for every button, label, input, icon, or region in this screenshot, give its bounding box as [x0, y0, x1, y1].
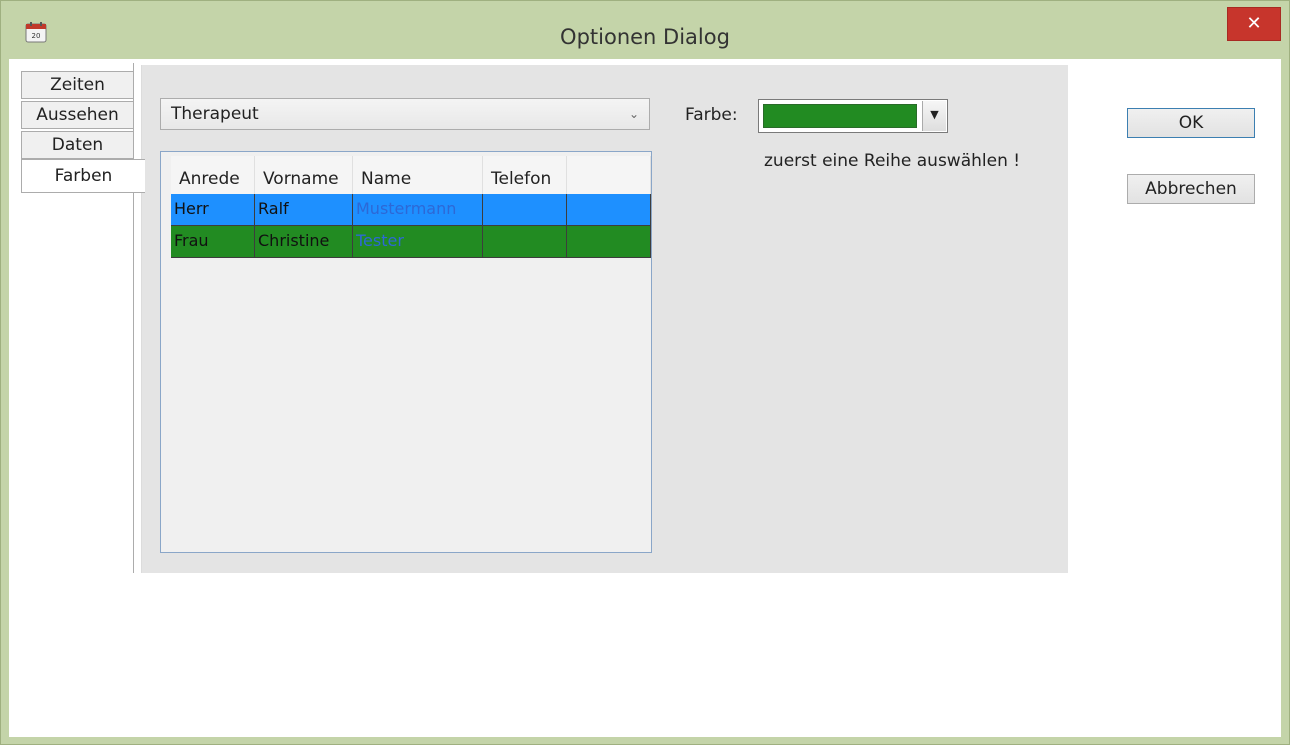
cell-blank[interactable] [567, 194, 651, 226]
color-label: Farbe: [685, 105, 738, 125]
people-data-grid[interactable]: Anrede Vorname Name Telefon Herr Ralf Mu… [160, 151, 652, 553]
selected-color-swatch [763, 104, 917, 128]
color-dropdown-button[interactable]: ▼ [922, 101, 946, 131]
tab-zeiten[interactable]: Zeiten [21, 71, 134, 99]
close-button[interactable]: ✕ [1227, 7, 1281, 41]
column-header-name[interactable]: Name [353, 156, 483, 194]
close-icon: ✕ [1246, 13, 1262, 34]
title-bar[interactable]: 20 Optionen Dialog ✕ [1, 1, 1289, 59]
cell-vorname[interactable]: Christine [255, 226, 353, 258]
column-header-anrede[interactable]: Anrede [171, 156, 255, 194]
color-picker[interactable]: ▼ [758, 99, 948, 133]
color-hint-text: zuerst eine Reihe auswählen ! [764, 151, 1021, 171]
column-header-vorname[interactable]: Vorname [255, 156, 353, 194]
cell-anrede[interactable]: Herr [171, 194, 255, 226]
dropdown-arrow-icon: ▼ [930, 108, 939, 121]
farben-tab-panel: Therapeut ⌄ Anrede Vorname Name Telefon … [141, 65, 1068, 573]
tab-panel-border [133, 63, 134, 573]
grid-header: Anrede Vorname Name Telefon [171, 156, 651, 194]
tab-aussehen[interactable]: Aussehen [21, 101, 134, 129]
chevron-down-icon: ⌄ [628, 107, 639, 121]
cell-telefon[interactable] [483, 194, 567, 226]
cell-anrede[interactable]: Frau [171, 226, 255, 258]
ok-button[interactable]: OK [1127, 108, 1255, 138]
cell-name[interactable]: Mustermann [353, 194, 483, 226]
dialog-client-area: Zeiten Aussehen Daten Farben Therapeut ⌄… [9, 59, 1281, 737]
tab-daten[interactable]: Daten [21, 131, 134, 159]
table-row[interactable]: Frau Christine Tester [171, 226, 651, 258]
cell-vorname[interactable]: Ralf [255, 194, 353, 226]
tab-farben[interactable]: Farben [21, 159, 145, 193]
category-select[interactable]: Therapeut ⌄ [160, 98, 650, 130]
cell-telefon[interactable] [483, 226, 567, 258]
category-select-value: Therapeut [171, 104, 259, 124]
column-header-blank [567, 156, 651, 194]
window-title: Optionen Dialog [560, 25, 730, 49]
cancel-button[interactable]: Abbrechen [1127, 174, 1255, 204]
cell-blank[interactable] [567, 226, 651, 258]
options-dialog-window: 20 Optionen Dialog ✕ Zeiten Aussehen Dat… [0, 0, 1290, 745]
table-row[interactable]: Herr Ralf Mustermann [171, 194, 651, 226]
column-header-telefon[interactable]: Telefon [483, 156, 567, 194]
cell-name[interactable]: Tester [353, 226, 483, 258]
